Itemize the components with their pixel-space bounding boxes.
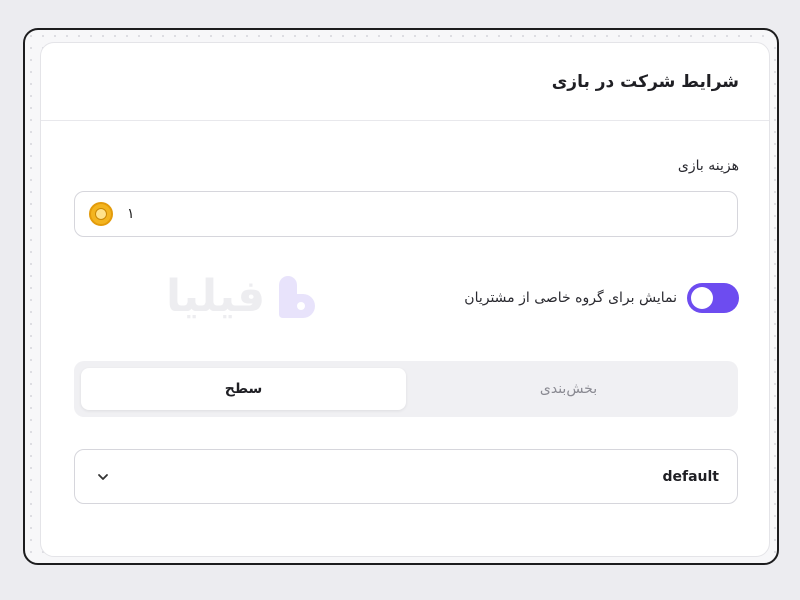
level-select-value: default [662,468,719,485]
card-header: شرایط شرکت در بازی [41,43,769,121]
game-conditions-card: شرایط شرکت در بازی هزینه بازی ۱ نمایش بر… [40,42,770,557]
game-fee-input[interactable]: ۱ [74,191,738,237]
chevron-down-icon [95,469,111,485]
coin-icon [89,202,113,226]
app-frame: شرایط شرکت در بازی هزینه بازی ۱ نمایش بر… [23,28,779,565]
tab-segmentation[interactable]: بخش‌بندی [406,368,731,410]
toggle-knob [691,287,713,309]
tab-level[interactable]: سطح [81,368,406,410]
game-fee-label: هزینه بازی [677,158,739,174]
card-title: شرایط شرکت در بازی [551,71,739,92]
customer-group-toggle-row: نمایش برای گروه خاصی از مشتریان [464,283,739,313]
customer-group-toggle[interactable] [687,283,739,313]
watermark-text: فیلیا [166,271,266,322]
customer-group-toggle-label: نمایش برای گروه خاصی از مشتریان [464,290,677,306]
watermark: فیلیا [166,271,316,322]
level-select[interactable]: default [74,449,738,504]
watermark-logo [275,275,316,318]
level-segment-control: سطح بخش‌بندی [74,361,738,417]
game-fee-value: ۱ [127,206,135,222]
